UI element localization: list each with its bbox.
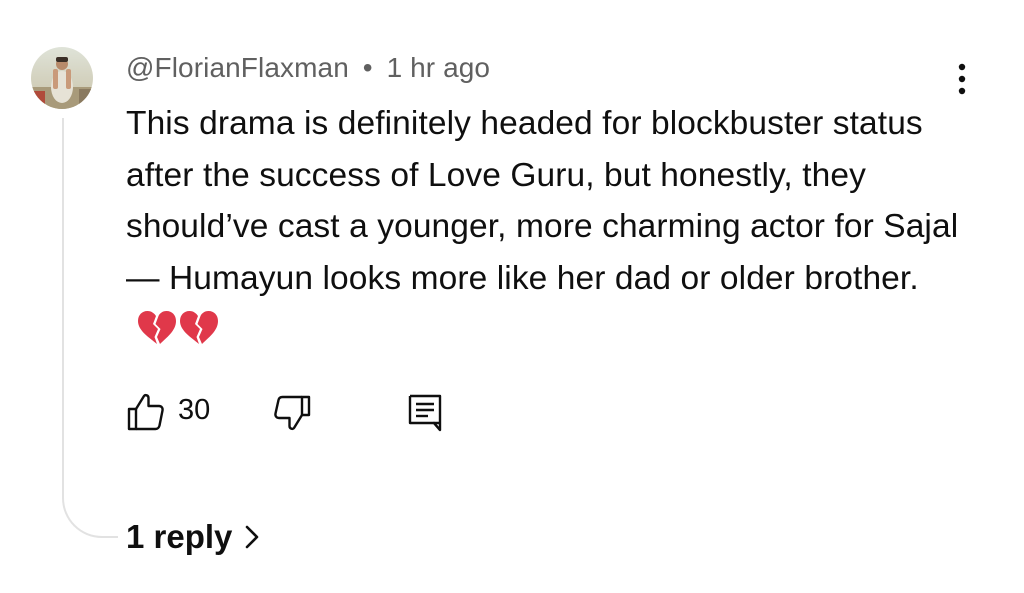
comment-body: This drama is definitely headed for bloc…	[126, 98, 986, 362]
like-button[interactable]: 30	[126, 390, 226, 434]
like-count: 30	[178, 394, 211, 426]
reply-button[interactable]	[404, 390, 448, 434]
more-vert-icon[interactable]	[950, 60, 974, 100]
avatar[interactable]	[31, 47, 93, 109]
thumbs-down-icon	[274, 395, 311, 431]
emoji-group	[136, 310, 220, 362]
replies-label: 1 reply	[126, 518, 233, 555]
comment-text: This drama is definitely headed for bloc…	[126, 105, 959, 297]
dislike-button[interactable]	[272, 390, 316, 434]
broken-heart-icon	[180, 311, 218, 344]
broken-heart-icon	[138, 311, 176, 344]
reply-thread-line	[62, 118, 118, 538]
chevron-right-icon	[246, 525, 259, 549]
comment-timestamp[interactable]: 1 hr ago	[387, 52, 491, 83]
comment-author[interactable]: @FlorianFlaxman	[126, 52, 349, 83]
thumbs-up-icon	[127, 393, 164, 431]
meta-separator: •	[362, 52, 373, 83]
view-replies-button[interactable]: 1 reply	[126, 518, 260, 556]
comment-header: @FlorianFlaxman • 1 hr ago	[126, 52, 490, 84]
comment-icon	[408, 394, 442, 432]
